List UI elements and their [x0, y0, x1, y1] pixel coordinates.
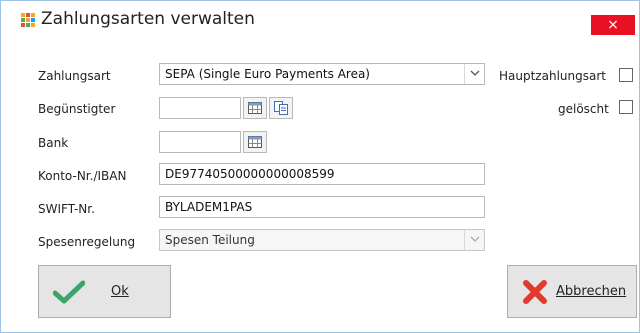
- x-mark-icon: [523, 279, 547, 304]
- beguenstigter-copy-button[interactable]: [269, 97, 293, 119]
- calendar-icon: [248, 102, 262, 114]
- cancel-button[interactable]: Abbrechen: [507, 265, 637, 318]
- bank-label: Bank: [38, 136, 69, 150]
- spesen-dropdown[interactable]: Spesen Teilung: [159, 229, 485, 251]
- zahlungsart-dropdown[interactable]: SEPA (Single Euro Payments Area): [159, 63, 485, 85]
- hauptzahlungsart-label: Hauptzahlungsart: [499, 69, 606, 83]
- close-icon: ×: [607, 17, 619, 33]
- window-title: Zahlungsarten verwalten: [41, 9, 255, 29]
- konto-input[interactable]: DE97740500000000008599: [159, 163, 485, 185]
- geloescht-label: gelöscht: [558, 102, 609, 116]
- geloescht-checkbox[interactable]: [619, 100, 633, 114]
- copy-icon: [274, 101, 288, 115]
- beguenstigter-calendar-button[interactable]: [243, 97, 267, 119]
- ok-button[interactable]: Ok: [38, 265, 171, 318]
- app-grid-icon: [21, 13, 35, 27]
- calendar-icon: [248, 136, 262, 148]
- checkmark-icon: [53, 280, 85, 303]
- bank-calendar-button[interactable]: [243, 131, 267, 153]
- swift-label: SWIFT-Nr.: [38, 202, 95, 216]
- beguenstigter-input[interactable]: [159, 97, 241, 119]
- beguenstigter-label: Begünstigter: [38, 102, 116, 116]
- zahlungsart-value: SEPA (Single Euro Payments Area): [165, 67, 370, 81]
- hauptzahlungsart-checkbox[interactable]: [619, 68, 633, 82]
- spesen-value: Spesen Teilung: [165, 233, 255, 247]
- spesen-label: Spesenregelung: [38, 235, 136, 249]
- chevron-down-icon[interactable]: [464, 64, 484, 84]
- zahlungsart-label: Zahlungsart: [38, 69, 111, 83]
- title-bar: Zahlungsarten verwalten ×: [1, 1, 639, 35]
- konto-label: Konto-Nr./IBAN: [38, 169, 127, 183]
- chevron-down-icon[interactable]: [464, 230, 484, 250]
- bank-input[interactable]: [159, 131, 241, 153]
- swift-input[interactable]: BYLADEM1PAS: [159, 196, 485, 218]
- close-button[interactable]: ×: [591, 15, 635, 35]
- cancel-button-label: Abbrechen: [556, 284, 627, 299]
- dialog-window: Zahlungsarten verwalten × Zahlungsart SE…: [0, 0, 640, 333]
- ok-button-label: Ok: [111, 284, 129, 299]
